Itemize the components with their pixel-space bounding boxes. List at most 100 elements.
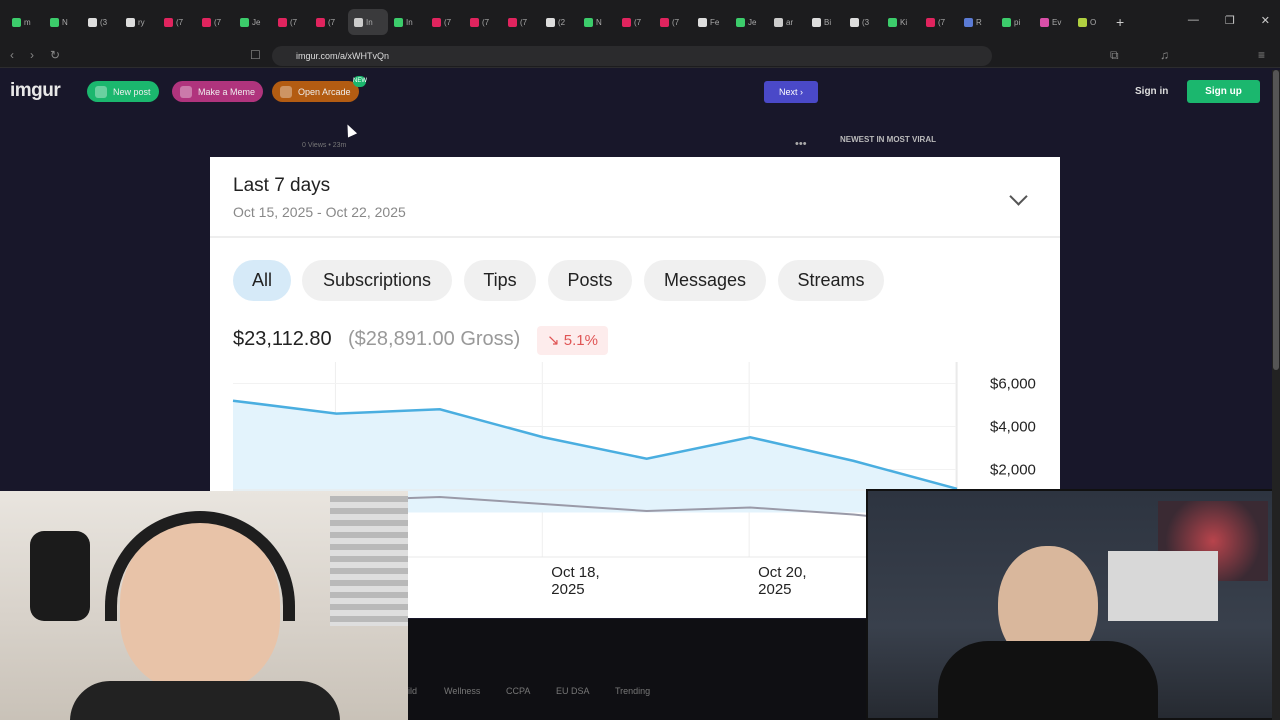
newest-label: NEWEST IN MOST VIRAL: [840, 135, 936, 144]
favicon-icon: [926, 17, 935, 27]
browser-tab[interactable]: (7: [426, 9, 464, 35]
new-post-button[interactable]: New post: [87, 81, 159, 102]
browser-tab[interactable]: N: [578, 9, 616, 35]
filter-messages[interactable]: Messages: [644, 260, 766, 301]
forward-icon[interactable]: ›: [30, 48, 34, 62]
footer-link-eu-dsa[interactable]: EU DSA: [556, 686, 590, 696]
sign-in-link[interactable]: Sign in: [1135, 86, 1168, 97]
favicon-icon: [736, 17, 745, 27]
tab-label: (7: [634, 17, 642, 27]
browser-tab[interactable]: (7: [502, 9, 540, 35]
y-tick-label: $4,000: [990, 419, 1036, 436]
period-title: Last 7 days: [233, 175, 331, 196]
chevron-down-icon[interactable]: [1009, 187, 1028, 206]
browser-tab[interactable]: m: [6, 9, 44, 35]
browser-tab[interactable]: Ev: [1034, 9, 1072, 35]
back-icon[interactable]: ‹: [10, 48, 14, 62]
browser-tab[interactable]: (7: [158, 9, 196, 35]
maximize-icon[interactable]: ❐: [1225, 14, 1235, 27]
tab-label: m: [24, 17, 31, 27]
favicon-icon: [660, 17, 669, 27]
media-icon[interactable]: ♫: [1160, 48, 1169, 62]
browser-tab[interactable]: N: [44, 9, 82, 35]
browser-tab[interactable]: (7: [272, 9, 310, 35]
browser-tab[interactable]: Ki: [882, 9, 920, 35]
browser-tab[interactable]: (7: [654, 9, 692, 35]
browser-tab[interactable]: Je: [234, 9, 272, 35]
new-tab-icon[interactable]: +: [1116, 14, 1124, 30]
browser-tab[interactable]: In: [388, 9, 426, 35]
footer-link-ccpa[interactable]: CCPA: [506, 686, 530, 696]
browser-tab[interactable]: ar: [768, 9, 806, 35]
change-badge: ↘ 5.1%: [537, 326, 608, 355]
browser-tab[interactable]: (7: [310, 9, 348, 35]
browser-tab[interactable]: (3: [82, 9, 120, 35]
favicon-icon: [888, 17, 897, 27]
reload-icon[interactable]: ↻: [50, 48, 60, 62]
tab-label: (7: [444, 17, 452, 27]
browser-tab[interactable]: Je: [730, 9, 768, 35]
browser-tab[interactable]: (7: [196, 9, 234, 35]
browser-tab[interactable]: In: [348, 9, 388, 35]
tab-label: ar: [786, 17, 794, 27]
tab-label: Ev: [1052, 17, 1062, 27]
tab-label: In: [406, 17, 413, 27]
favicon-icon: [126, 17, 135, 27]
browser-tab[interactable]: (2: [540, 9, 578, 35]
minimize-icon[interactable]: —: [1188, 14, 1199, 27]
site-footer: ild Wellness CCPA EU DSA Trending: [408, 619, 866, 720]
favicon-icon: [240, 17, 249, 27]
imgur-logo[interactable]: imgur: [10, 80, 61, 102]
browser-tab[interactable]: R: [958, 9, 996, 35]
tab-label: Je: [252, 17, 261, 27]
bookmark-icon[interactable]: ☐: [250, 48, 261, 62]
browser-tab[interactable]: (3: [844, 9, 882, 35]
browser-tab[interactable]: O: [1072, 9, 1110, 35]
y-tick-label: $6,000: [990, 376, 1036, 393]
footer-link-wellness[interactable]: Wellness: [444, 686, 480, 696]
make-meme-button[interactable]: Make a Meme: [172, 81, 264, 102]
next-post-button[interactable]: Next ›: [764, 81, 818, 103]
browser-tab[interactable]: Fe: [692, 9, 730, 35]
favicon-icon: [164, 17, 173, 27]
browser-tab[interactable]: Bi: [806, 9, 844, 35]
sign-up-button[interactable]: Sign up: [1187, 80, 1260, 103]
favicon-icon: [278, 17, 287, 27]
filter-subscriptions[interactable]: Subscriptions: [302, 260, 452, 301]
window-controls: — ❐ ✕: [1188, 14, 1270, 27]
tab-label: R: [976, 17, 982, 27]
period-selector[interactable]: Last 7 days Oct 15, 2025 - Oct 22, 2025: [210, 157, 1060, 238]
browser-tab[interactable]: pi: [996, 9, 1034, 35]
footer-link-trending[interactable]: Trending: [615, 686, 650, 696]
open-arcade-button[interactable]: Open Arcade: [272, 81, 359, 102]
next-label: Next: [778, 87, 798, 97]
tab-label: pi: [1014, 17, 1021, 27]
browser-tab[interactable]: (7: [920, 9, 958, 35]
browser-tab[interactable]: ry: [120, 9, 158, 35]
more-options-icon[interactable]: •••: [795, 138, 807, 150]
favicon-icon: [774, 17, 783, 27]
favicon-icon: [394, 17, 403, 27]
tab-label: O: [1090, 17, 1097, 27]
scrollbar[interactable]: [1272, 70, 1280, 720]
wall-frames: [1108, 551, 1218, 621]
tab-label: (2: [558, 17, 566, 27]
favicon-icon: [1078, 17, 1087, 27]
close-window-icon[interactable]: ✕: [1261, 14, 1270, 27]
browser-tab[interactable]: (7: [616, 9, 654, 35]
favicon-icon: [470, 17, 479, 27]
browser-tab[interactable]: (7: [464, 9, 502, 35]
filter-all[interactable]: All: [233, 260, 291, 301]
menu-icon[interactable]: ≡: [1258, 48, 1265, 62]
favicon-icon: [12, 17, 21, 27]
footer-link-partial[interactable]: ild: [408, 686, 417, 696]
tab-label: Fe: [710, 17, 720, 27]
filter-tips[interactable]: Tips: [464, 260, 536, 301]
url-field[interactable]: imgur.com/a/xWHTvQn: [272, 46, 992, 66]
new-post-label: New post: [113, 86, 151, 97]
filter-posts[interactable]: Posts: [548, 260, 632, 301]
scrollbar-thumb[interactable]: [1273, 70, 1279, 370]
extensions-icon[interactable]: ⧉: [1110, 48, 1119, 63]
url-text: imgur.com/a/xWHTvQn: [296, 51, 390, 61]
filter-streams[interactable]: Streams: [778, 260, 884, 301]
